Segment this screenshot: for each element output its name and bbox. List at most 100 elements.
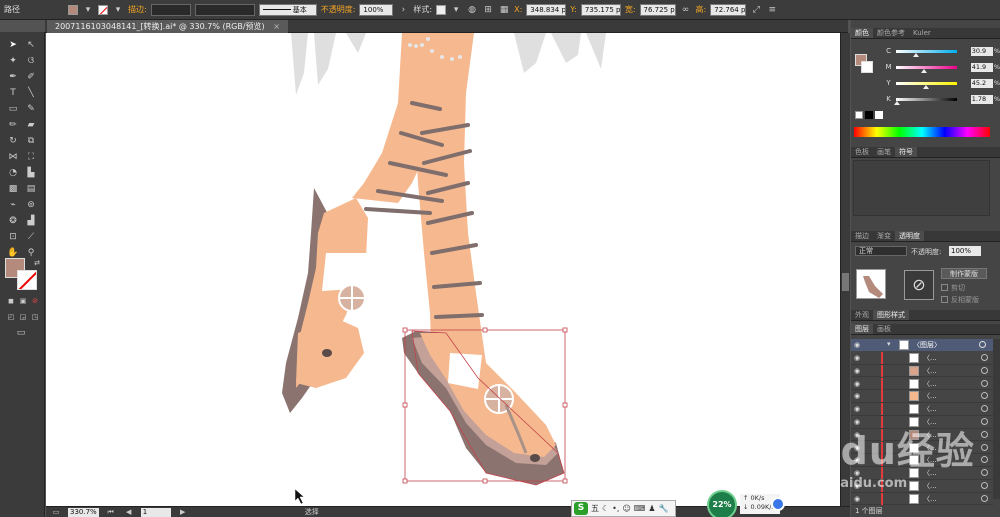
accelerator-ball-icon[interactable]: [771, 497, 785, 511]
color-channel-c[interactable]: C 30.9%: [851, 45, 1000, 57]
link-icon[interactable]: ∞: [680, 4, 692, 16]
free-transform-icon[interactable]: ⛶: [24, 150, 38, 164]
clip-checkbox[interactable]: [941, 284, 948, 291]
channel-value[interactable]: 30.9: [970, 46, 993, 56]
rotate-tool-icon[interactable]: ↻: [6, 134, 20, 148]
channel-slider[interactable]: [894, 97, 957, 105]
black-swatch[interactable]: [865, 111, 873, 119]
emoji-icon[interactable]: ☺: [622, 504, 630, 513]
scrollbar-thumb[interactable]: [842, 273, 849, 291]
slider-knob-icon[interactable]: [894, 100, 901, 105]
slider-knob-icon[interactable]: [922, 84, 929, 89]
layer-target-icon[interactable]: [981, 379, 988, 387]
stroke-none-swatch[interactable]: [98, 4, 108, 15]
layer-target-icon[interactable]: [981, 392, 988, 400]
layer-row[interactable]: ◉ 〈...: [851, 403, 993, 416]
variable-width-field[interactable]: [194, 3, 255, 16]
layer-name[interactable]: 〈...: [923, 468, 937, 478]
wrench-icon[interactable]: 🔧: [659, 504, 669, 513]
layer-row[interactable]: ◉ 〈...: [851, 364, 993, 378]
rectangle-tool-icon[interactable]: ▭: [6, 102, 20, 116]
tab-graphic-styles[interactable]: 图形样式: [873, 310, 909, 320]
tab-gradient[interactable]: 渐变: [873, 231, 895, 241]
layer-target-icon[interactable]: [981, 494, 988, 502]
y-field[interactable]: 735.175 p: [580, 3, 621, 16]
stroke-weight-field[interactable]: [150, 3, 191, 16]
user-icon[interactable]: ♟: [648, 504, 655, 513]
expand-triangle-icon[interactable]: ▾: [887, 340, 891, 348]
direct-selection-tool-icon[interactable]: ↖: [24, 38, 38, 52]
channel-slider[interactable]: [896, 49, 957, 57]
slider-knob-icon[interactable]: [913, 52, 920, 57]
draw-inside-icon[interactable]: ◳: [28, 310, 42, 324]
eye-icon[interactable]: ◉: [854, 456, 862, 464]
eye-icon[interactable]: ◉: [854, 354, 862, 362]
chevron-right-icon[interactable]: ›: [397, 4, 409, 16]
line-tool-icon[interactable]: ╲: [24, 86, 38, 100]
pen-tool-icon[interactable]: ✒: [6, 70, 20, 84]
first-artboard-icon[interactable]: ⏮: [105, 506, 117, 517]
layer-row[interactable]: ◉ 〈...: [851, 454, 993, 467]
layer-row[interactable]: ◉ 〈...: [851, 416, 993, 429]
tab-appearance[interactable]: 外观: [851, 310, 873, 320]
document-tab[interactable]: 2007116103048141_[转换].ai* @ 330.7% (RGB/…: [47, 20, 288, 33]
pencil-icon[interactable]: ✏: [6, 118, 20, 132]
x-field[interactable]: 348.834 p: [526, 3, 567, 16]
eye-icon[interactable]: ◉: [854, 392, 862, 400]
channel-slider[interactable]: [896, 81, 957, 89]
magic-wand-icon[interactable]: ✦: [6, 54, 20, 68]
artboard-number-field[interactable]: 1: [140, 507, 171, 517]
layer-row[interactable]: ◉ 〈...: [851, 492, 993, 506]
layer-target-icon[interactable]: [981, 418, 988, 425]
h-field[interactable]: 72.764 p: [710, 3, 747, 16]
dropdown-arrow-icon[interactable]: ▾: [82, 4, 94, 16]
make-mask-button[interactable]: 制作蒙版: [941, 268, 987, 279]
blend-tool-icon[interactable]: ⊚: [24, 198, 38, 212]
eye-icon[interactable]: ◉: [854, 482, 862, 490]
layer-name[interactable]: 〈...: [923, 417, 937, 427]
layer-target-icon[interactable]: [981, 405, 988, 413]
tab-symbols[interactable]: 符号: [895, 147, 917, 157]
eye-icon[interactable]: ◉: [854, 469, 862, 477]
prev-artboard-icon[interactable]: ◀: [123, 506, 135, 517]
opacity-label[interactable]: 不透明度:: [321, 4, 356, 15]
eye-icon[interactable]: ◉: [854, 418, 862, 426]
dropdown-arrow-icon[interactable]: ▾: [112, 4, 124, 16]
mesh-tool-icon[interactable]: ▩: [6, 182, 20, 196]
graphic-style-swatch[interactable]: [436, 4, 447, 15]
transparency-opacity-field[interactable]: 100%: [949, 246, 981, 256]
layer-target-icon[interactable]: [981, 366, 988, 374]
eye-icon[interactable]: ◉: [854, 380, 862, 388]
layer-row[interactable]: ◉ 〈...: [851, 352, 993, 365]
eye-icon[interactable]: ◉: [854, 367, 862, 375]
channel-value[interactable]: 41.9: [970, 62, 993, 72]
layer-name[interactable]: 〈...: [923, 494, 937, 504]
layer-name[interactable]: 〈...: [923, 404, 937, 414]
layer-name[interactable]: 〈...: [923, 353, 937, 363]
eye-icon[interactable]: ◉: [854, 431, 862, 439]
invert-mask-checkbox[interactable]: [941, 296, 948, 303]
layers-vertical-scrollbar[interactable]: [993, 339, 1000, 499]
artboard-canvas[interactable]: [46, 33, 840, 506]
artboard-nav-icon[interactable]: ▭: [50, 506, 62, 517]
ime-mode[interactable]: 五: [591, 503, 599, 514]
w-field[interactable]: 76.725 p: [639, 3, 676, 16]
layer-row[interactable]: ◉ 〈...: [851, 428, 993, 442]
close-icon[interactable]: ×: [273, 22, 280, 31]
color-channel-k[interactable]: K 1.78%: [851, 93, 1000, 105]
eye-icon[interactable]: ◉: [854, 444, 862, 452]
eyedropper-icon[interactable]: ⌁: [6, 198, 20, 212]
paintbrush-icon[interactable]: ✎: [24, 102, 38, 116]
lasso-icon[interactable]: ଓ: [24, 54, 38, 68]
layer-name[interactable]: 〈...: [923, 455, 937, 465]
stroke-swatch[interactable]: [17, 270, 37, 290]
tab-color-guide[interactable]: 颜色参考: [873, 28, 909, 38]
layer-name[interactable]: 〈...: [923, 481, 937, 491]
layer-row[interactable]: ◉ 〈...: [851, 467, 993, 480]
layer-name[interactable]: 〈...: [923, 443, 937, 453]
curvature-tool-icon[interactable]: ✐: [24, 70, 38, 84]
color-channel-y[interactable]: Y 45.2%: [851, 77, 1000, 89]
layer-row[interactable]: ◉ 〈...: [851, 480, 993, 493]
layer-target-icon[interactable]: [981, 456, 988, 464]
layer-target-icon[interactable]: [981, 443, 988, 451]
